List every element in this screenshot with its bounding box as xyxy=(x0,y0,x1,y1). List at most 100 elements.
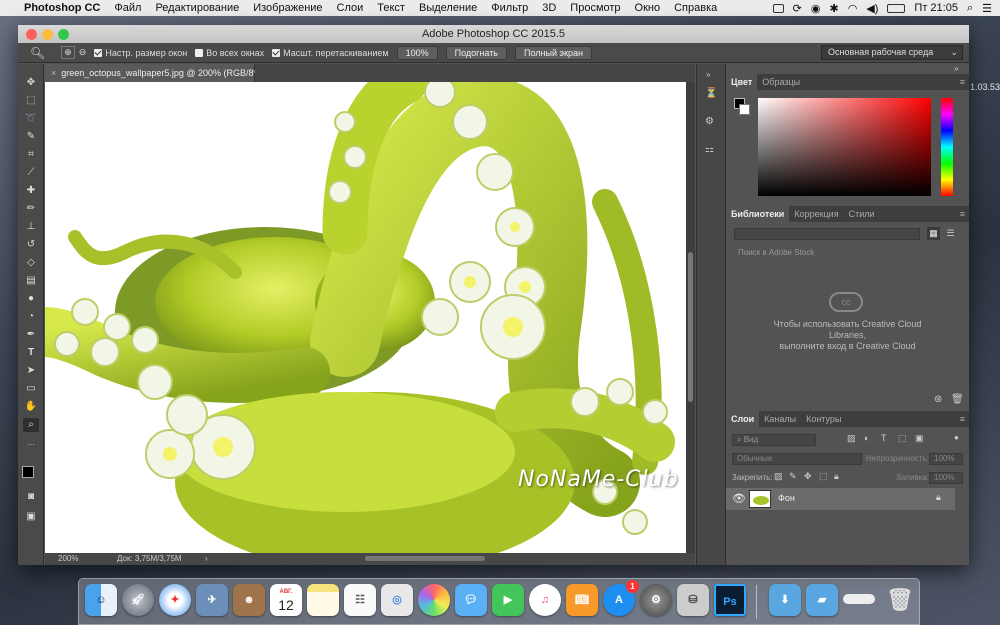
opacity-field[interactable]: 100% xyxy=(929,453,963,465)
history-brush-icon[interactable]: ↺ xyxy=(23,238,39,252)
preview-icon[interactable]: ✈ xyxy=(196,584,228,616)
hand-tool-icon[interactable]: ✋ xyxy=(23,400,39,414)
tab-layers[interactable]: Слои xyxy=(726,411,760,427)
hue-slider[interactable] xyxy=(941,98,953,196)
launchpad-icon[interactable]: 🚀︎ xyxy=(122,584,154,616)
layer-row[interactable]: 👁︎ Фон 🔒︎ xyxy=(726,488,955,510)
itunes-icon[interactable]: ♫ xyxy=(529,584,561,616)
wifi-icon[interactable]: ◠ xyxy=(848,2,858,15)
menu-filter[interactable]: Фильтр xyxy=(491,2,528,14)
stock-search-input[interactable]: Поиск в Adobe Stock xyxy=(734,248,961,260)
rectangle-tool-icon[interactable]: ▭ xyxy=(23,382,39,396)
shield-icon[interactable]: ◉ xyxy=(811,2,821,15)
photo-booth-icon[interactable]: ◎ xyxy=(381,584,413,616)
fill-field[interactable]: 100% xyxy=(929,472,963,484)
actions-panel-icon[interactable]: ⚙ xyxy=(705,116,714,127)
history-panel-icon[interactable]: ⏳ xyxy=(705,88,717,99)
app-store-icon[interactable]: A1 xyxy=(603,580,639,616)
facetime-icon[interactable]: ▶ xyxy=(492,584,524,616)
properties-panel-icon[interactable]: ⚏ xyxy=(705,144,714,155)
layer-filter-select[interactable]: ⌕ Вид xyxy=(732,434,816,446)
display-icon[interactable] xyxy=(772,3,784,13)
collapse-arrows-icon[interactable]: » xyxy=(706,70,710,79)
ibooks-icon[interactable]: 📖︎ xyxy=(566,584,598,616)
menu-window[interactable]: Окно xyxy=(635,2,661,14)
panel-menu-icon[interactable]: ≡ xyxy=(960,414,965,424)
collapse-panels-icon[interactable]: » xyxy=(954,64,958,73)
disk-utility-icon[interactable]: ⛁ xyxy=(677,584,709,616)
tab-libraries[interactable]: Библиотеки xyxy=(726,206,790,222)
sync-icon[interactable]: ⟳ xyxy=(793,2,802,15)
foreground-color-swatch[interactable] xyxy=(22,466,34,478)
fill-screen-button[interactable]: Полный экран xyxy=(515,45,593,60)
minimize-window-button[interactable] xyxy=(42,29,53,40)
status-menu-arrow-icon[interactable]: › xyxy=(205,553,208,565)
eyedropper-tool-icon[interactable]: ⟋ xyxy=(23,166,39,180)
menu-file[interactable]: Файл xyxy=(114,2,141,14)
menu-image[interactable]: Изображение xyxy=(253,2,322,14)
trash-dock-icon[interactable]: 🗑︎ xyxy=(884,584,916,616)
zoom-window-button[interactable] xyxy=(58,29,69,40)
search-icon[interactable]: ⌕ xyxy=(967,2,973,15)
more-tools-icon[interactable]: ··· xyxy=(23,438,39,452)
crop-tool-icon[interactable]: ⌗ xyxy=(23,148,39,162)
list-view-icon[interactable]: ☰ xyxy=(944,227,957,240)
zoom-100-button[interactable]: 100% xyxy=(396,45,438,60)
screen-mode-icon[interactable]: ▣ xyxy=(23,510,39,524)
lock-pixels-icon[interactable]: ✎ xyxy=(789,471,797,482)
downloads-folder-icon[interactable]: ⬇ xyxy=(769,584,801,616)
notes-icon[interactable] xyxy=(307,584,339,616)
filter-smart-icon[interactable]: ▣ xyxy=(915,433,924,444)
horizontal-scroll-thumb[interactable] xyxy=(365,556,485,561)
color-field[interactable] xyxy=(758,98,931,196)
zoom-tool-active-icon[interactable]: ⌕ xyxy=(23,418,39,432)
list-icon[interactable]: ☰ xyxy=(982,2,992,15)
menu-help[interactable]: Справка xyxy=(674,2,717,14)
safari-icon[interactable]: ✦ xyxy=(159,584,191,616)
menu-view[interactable]: Просмотр xyxy=(570,2,620,14)
bluetooth-icon[interactable]: ✱ xyxy=(829,2,838,15)
filter-pixel-icon[interactable]: ▨ xyxy=(847,433,856,444)
lasso-tool-icon[interactable]: ➰ xyxy=(23,112,39,126)
clock[interactable]: Пт 21:05 xyxy=(914,2,958,14)
folder-icon[interactable]: ▰ xyxy=(806,584,838,616)
lock-artboard-icon[interactable]: ⬚ xyxy=(819,471,828,482)
resize-windows-checkbox[interactable]: Настр. размер окон xyxy=(94,48,187,58)
brush-tool-icon[interactable]: ✏ xyxy=(23,202,39,216)
eraser-tool-icon[interactable]: ◇ xyxy=(23,256,39,270)
menu-text[interactable]: Текст xyxy=(377,2,405,14)
grid-view-icon[interactable]: ▦ xyxy=(927,227,940,240)
gradient-tool-icon[interactable]: ▤ xyxy=(23,274,39,288)
blend-mode-select[interactable]: Обычные xyxy=(732,453,862,465)
menu-edit[interactable]: Редактирование xyxy=(155,2,239,14)
path-select-icon[interactable]: ➤ xyxy=(23,364,39,378)
workspace-select[interactable]: Основная рабочая среда ⌄ xyxy=(821,45,963,60)
visibility-eye-icon[interactable]: 👁︎ xyxy=(732,492,746,505)
vertical-scrollbar[interactable] xyxy=(686,82,695,553)
zoom-level[interactable]: 200% xyxy=(58,553,78,565)
close-window-button[interactable] xyxy=(26,29,37,40)
checkbox-box[interactable] xyxy=(272,48,281,57)
tab-adjustments[interactable]: Коррекция xyxy=(789,206,843,222)
scroll-thumb[interactable] xyxy=(688,252,693,402)
quick-select-tool-icon[interactable]: ✎ xyxy=(23,130,39,144)
quick-mask-icon[interactable]: ◙ xyxy=(23,490,39,504)
blur-tool-icon[interactable]: ● xyxy=(23,292,39,306)
zoom-in-icon[interactable]: ⊕ xyxy=(61,46,75,59)
lock-all-icon[interactable]: 🔒︎ xyxy=(834,471,839,482)
filter-type-icon[interactable]: T xyxy=(881,433,887,443)
photos-icon[interactable] xyxy=(418,584,450,616)
calendar-icon[interactable]: АВГ. 12 xyxy=(270,584,302,616)
tab-paths[interactable]: Контуры xyxy=(801,411,846,427)
filter-adjustment-icon[interactable]: ◐ xyxy=(864,433,869,443)
panel-menu-icon[interactable]: ≡ xyxy=(960,209,965,219)
battery-icon[interactable] xyxy=(887,3,906,13)
cloud-sync-icon[interactable]: ⊛ xyxy=(934,394,942,405)
panel-menu-icon[interactable]: ≡ xyxy=(960,77,965,87)
finder-icon[interactable]: ☺ xyxy=(85,584,117,616)
lock-position-icon[interactable]: ✥ xyxy=(804,471,812,482)
messages-icon[interactable]: 💬︎ xyxy=(455,584,487,616)
menu-layers[interactable]: Слои xyxy=(337,2,364,14)
checkbox-box[interactable] xyxy=(94,48,103,57)
healing-brush-icon[interactable]: ✚ xyxy=(23,184,39,198)
